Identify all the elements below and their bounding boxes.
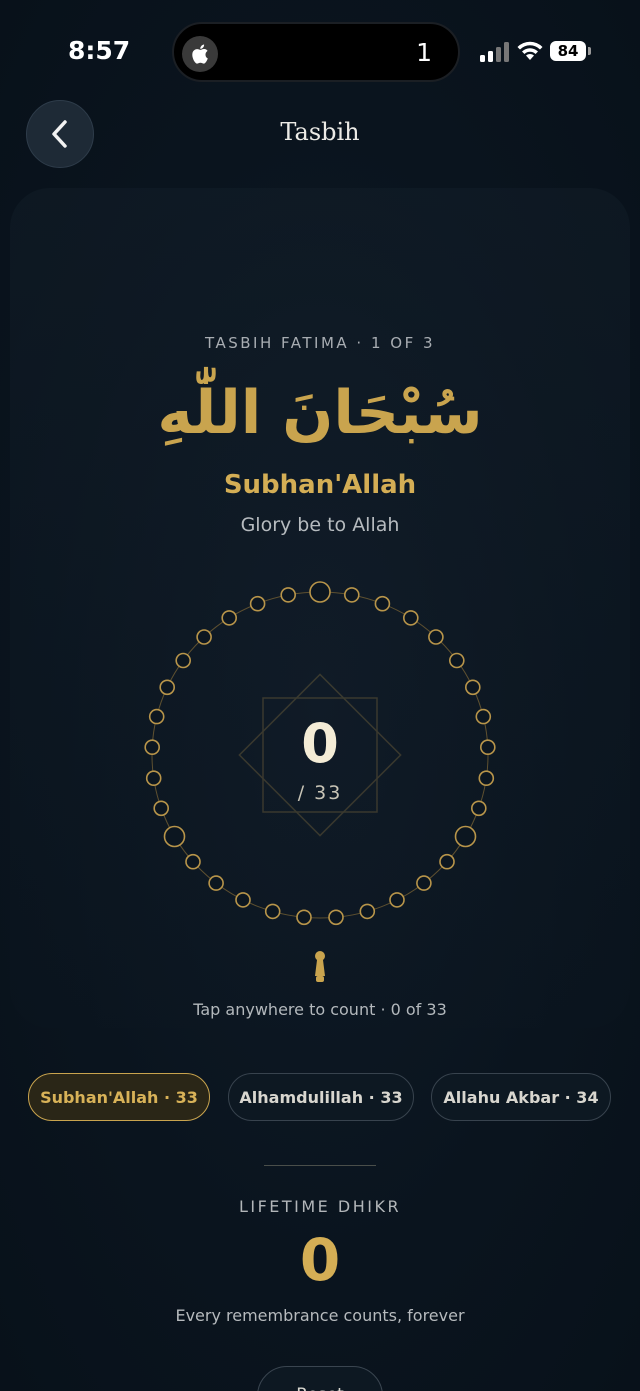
bead	[159, 679, 176, 696]
lifetime-caption: Every remembrance counts, forever	[175, 1306, 465, 1325]
arabic-text: سُبْحَانَ اللّٰهِ	[157, 378, 483, 448]
tassel-icon	[315, 951, 325, 982]
battery-tip	[588, 47, 591, 55]
current-count: 0	[301, 712, 339, 775]
chip-subhanallah[interactable]: Subhan'Allah · 33	[28, 1073, 210, 1121]
bead	[416, 875, 432, 891]
dynamic-island[interactable]: 1	[172, 22, 460, 82]
bead	[249, 595, 266, 612]
bead	[309, 581, 331, 603]
page-title: Tasbih	[280, 118, 360, 146]
bead	[464, 679, 481, 696]
bead	[280, 587, 296, 603]
reset-button[interactable]: Reset	[257, 1366, 383, 1391]
battery-indicator: 84	[550, 41, 586, 61]
divider	[264, 1165, 376, 1166]
bead	[235, 892, 251, 908]
bead	[374, 595, 391, 612]
wifi-icon	[517, 41, 543, 60]
bead	[359, 903, 376, 920]
bead	[196, 629, 212, 645]
bead	[264, 903, 281, 920]
status-time: 8:57	[68, 36, 131, 65]
transliteration: Subhan'Allah	[223, 470, 417, 500]
lifetime-count: 0	[299, 1226, 341, 1294]
bead	[428, 629, 444, 645]
bead	[439, 853, 455, 870]
dhikr-selector: Subhan'Allah · 33 Alhamdulillah · 33 All…	[28, 1073, 618, 1121]
bead	[344, 587, 360, 603]
bead	[328, 909, 344, 926]
count-target: / 33	[297, 782, 343, 804]
sequence-label: TASBIH FATIMA · 1 OF 3	[204, 334, 436, 352]
bead	[163, 825, 186, 848]
bead	[402, 610, 419, 626]
apple-icon	[182, 36, 218, 72]
bead	[208, 875, 224, 891]
meaning: Glory be to Allah	[240, 514, 400, 536]
island-counter: 1	[416, 38, 432, 67]
bead	[448, 652, 465, 669]
chip-allahu-akbar[interactable]: Allahu Akbar · 34	[431, 1073, 611, 1121]
bead	[221, 610, 237, 626]
lifetime-label: LIFETIME DHIKR	[238, 1197, 402, 1216]
chip-alhamdulillah[interactable]: Alhamdulillah · 33	[228, 1073, 414, 1121]
signal-icon	[480, 42, 509, 62]
bead	[185, 853, 201, 870]
tap-hint: Tap anywhere to count · 0 of 33	[193, 1000, 447, 1019]
bead	[454, 825, 477, 848]
bead	[296, 909, 312, 926]
bead	[175, 652, 192, 669]
bead	[389, 892, 405, 908]
tasbih-screen[interactable]: 8:57 1 84 Tasbih TASBIH FATIMA · 1 OF 3 …	[0, 0, 640, 1391]
